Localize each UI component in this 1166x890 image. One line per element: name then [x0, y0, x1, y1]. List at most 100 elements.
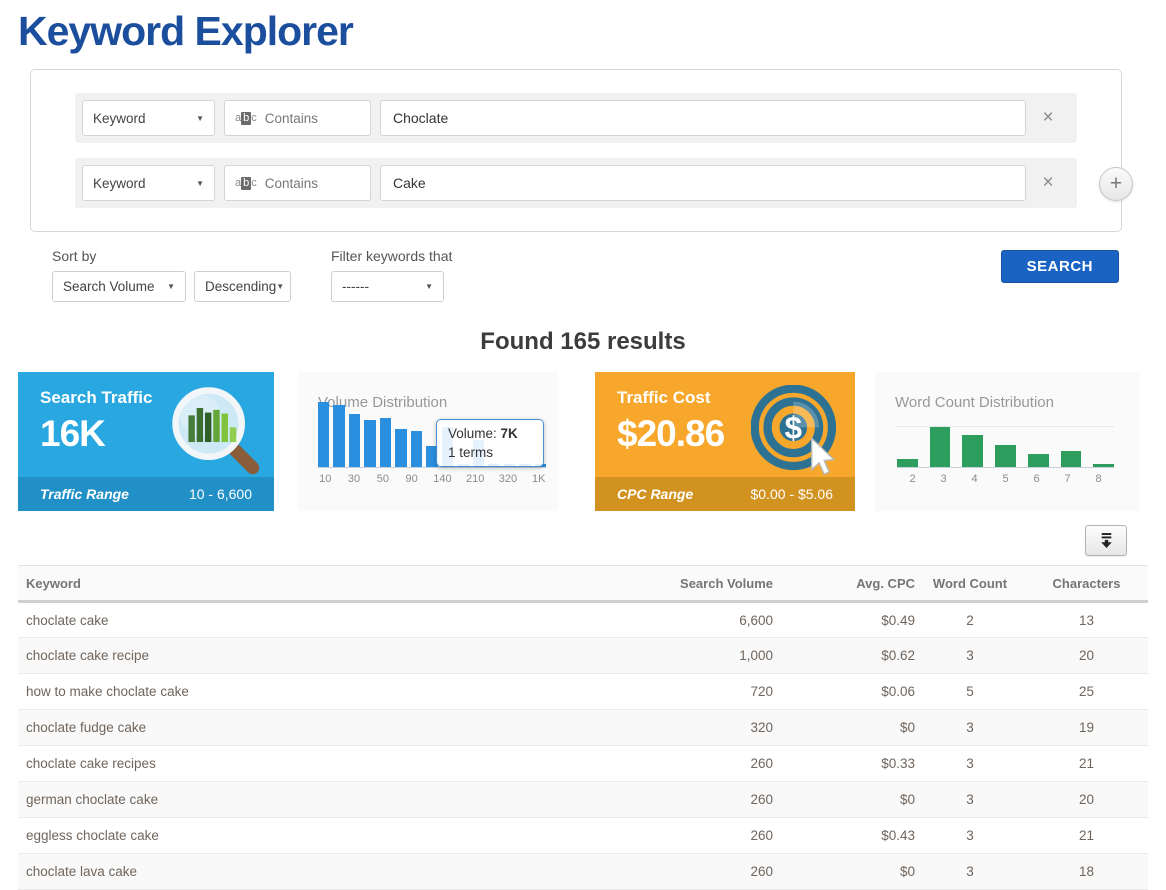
axis-tick-label: 320 [499, 473, 517, 485]
field-select[interactable]: Keyword ▼ [82, 100, 215, 136]
filter-row: Keyword ▼ abc Contains × [75, 93, 1077, 143]
table-cell: 6,600 [638, 602, 773, 638]
axis-tick-label: 4 [959, 473, 990, 485]
remove-filter-button[interactable]: × [1026, 100, 1070, 136]
word-count-distribution-card: Word Count Distribution 2345678 [875, 372, 1140, 511]
operator-select[interactable]: abc Contains [224, 165, 371, 201]
axis-tick-label: 90 [404, 473, 418, 485]
table-cell: choclate lava cake [18, 854, 638, 890]
table-cell: 20 [1025, 638, 1148, 674]
word-count-bar[interactable] [897, 459, 918, 467]
controls-row: Sort by Search Volume ▼ Descending ▼ Fil… [52, 248, 1148, 302]
table-cell: choclate cake recipe [18, 638, 638, 674]
word-count-bar[interactable] [930, 427, 951, 467]
word-count-bar[interactable] [995, 445, 1016, 467]
table-cell: 3 [915, 782, 1025, 818]
keyword-input[interactable] [380, 100, 1026, 136]
table-cell: $0.49 [773, 602, 915, 638]
table-row: choclate cake recipe1,000$0.62320 [18, 638, 1148, 674]
volume-bar[interactable] [349, 414, 360, 467]
axis-tick-label [361, 473, 375, 485]
volume-bar[interactable] [395, 429, 406, 467]
axis-tick-label: 8 [1083, 473, 1114, 485]
volume-distribution-card: Volume Distribution 103050901402103201K … [298, 372, 558, 511]
svg-text:$: $ [785, 410, 802, 445]
axis-tick-label: 210 [466, 473, 484, 485]
axis-tick-label: 7 [1052, 473, 1083, 485]
volume-bar[interactable] [411, 431, 422, 467]
keyword-filter-group: Filter keywords that ------ ▼ [331, 248, 452, 302]
cpc-range-value: $0.00 - $5.06 [750, 486, 833, 502]
cpc-range-label: CPC Range [617, 486, 693, 502]
table-cell: $0.33 [773, 746, 915, 782]
abc-icon: abc [235, 112, 257, 125]
table-cell: 18 [1025, 854, 1148, 890]
filter-builder-panel: Keyword ▼ abc Contains × Keyword ▼ abc C… [30, 69, 1122, 232]
table-cell: 21 [1025, 818, 1148, 854]
keyword-filter-label: Filter keywords that [331, 248, 452, 264]
remove-filter-button[interactable]: × [1026, 165, 1070, 201]
table-cell: how to make choclate cake [18, 674, 638, 710]
search-traffic-card: Search Traffic 16K Traffic Range 10 - 6,… [18, 372, 274, 511]
word-count-bar[interactable] [1093, 464, 1114, 467]
axis-tick-label [452, 473, 466, 485]
table-cell: $0 [773, 854, 915, 890]
table-row: eggless choclate cake260$0.43321 [18, 818, 1148, 854]
table-row: choclate cake6,600$0.49213 [18, 602, 1148, 638]
keyword-input[interactable] [380, 165, 1026, 201]
table-cell: 5 [915, 674, 1025, 710]
table-cell: german choclate cake [18, 782, 638, 818]
volume-axis-labels: 103050901402103201K [318, 473, 546, 485]
page-title: Keyword Explorer [18, 8, 1148, 55]
table-cell: 3 [915, 638, 1025, 674]
axis-tick-label [390, 473, 404, 485]
word-count-bar[interactable] [962, 435, 983, 467]
word-count-bar[interactable] [1061, 451, 1082, 467]
chevron-down-icon: ▼ [276, 282, 284, 291]
sort-by-label: Sort by [52, 248, 291, 264]
close-icon: × [1042, 107, 1053, 128]
table-cell: $0.43 [773, 818, 915, 854]
volume-bar[interactable] [380, 418, 391, 467]
keyword-filter-select[interactable]: ------ ▼ [331, 271, 444, 302]
axis-tick-label: 50 [376, 473, 390, 485]
tooltip-terms: 1 terms [448, 444, 532, 463]
table-cell: 21 [1025, 746, 1148, 782]
axis-tick-label: 10 [318, 473, 332, 485]
results-heading: Found 165 results [18, 328, 1148, 356]
table-cell: 13 [1025, 602, 1148, 638]
table-cell: 720 [638, 674, 773, 710]
field-select[interactable]: Keyword ▼ [82, 165, 215, 201]
volume-bar[interactable] [318, 402, 329, 467]
download-button[interactable] [1085, 525, 1127, 556]
search-button[interactable]: SEARCH [1001, 250, 1119, 283]
table-cell: 260 [638, 782, 773, 818]
axis-tick-label [517, 473, 531, 485]
operator-select[interactable]: abc Contains [224, 100, 371, 136]
volume-bar[interactable] [333, 405, 344, 467]
tooltip-value: 7K [501, 426, 518, 441]
axis-tick-label [419, 473, 433, 485]
sort-field-select[interactable]: Search Volume ▼ [52, 271, 186, 302]
dollar-target-icon: $ [751, 385, 843, 477]
results-table: Keyword Search Volume Avg. CPC Word Coun… [18, 565, 1148, 890]
sort-direction-select[interactable]: Descending ▼ [194, 271, 291, 302]
table-cell: 3 [915, 818, 1025, 854]
table-header-row: Keyword Search Volume Avg. CPC Word Coun… [18, 566, 1148, 602]
add-filter-button[interactable]: + [1099, 167, 1133, 201]
axis-tick-label: 5 [990, 473, 1021, 485]
table-cell: 25 [1025, 674, 1148, 710]
volume-bar[interactable] [364, 420, 375, 467]
table-cell: 20 [1025, 782, 1148, 818]
column-header-keyword: Keyword [18, 566, 638, 602]
plus-icon: + [1110, 172, 1122, 195]
word-count-bar[interactable] [1028, 454, 1049, 467]
close-icon: × [1042, 172, 1053, 193]
table-cell: $0.06 [773, 674, 915, 710]
column-header-word-count: Word Count [915, 566, 1025, 602]
keyword-filter-value: ------ [342, 279, 369, 294]
table-cell: 19 [1025, 710, 1148, 746]
table-cell: $0 [773, 782, 915, 818]
table-cell: $0 [773, 710, 915, 746]
word-count-bars [897, 426, 1114, 468]
